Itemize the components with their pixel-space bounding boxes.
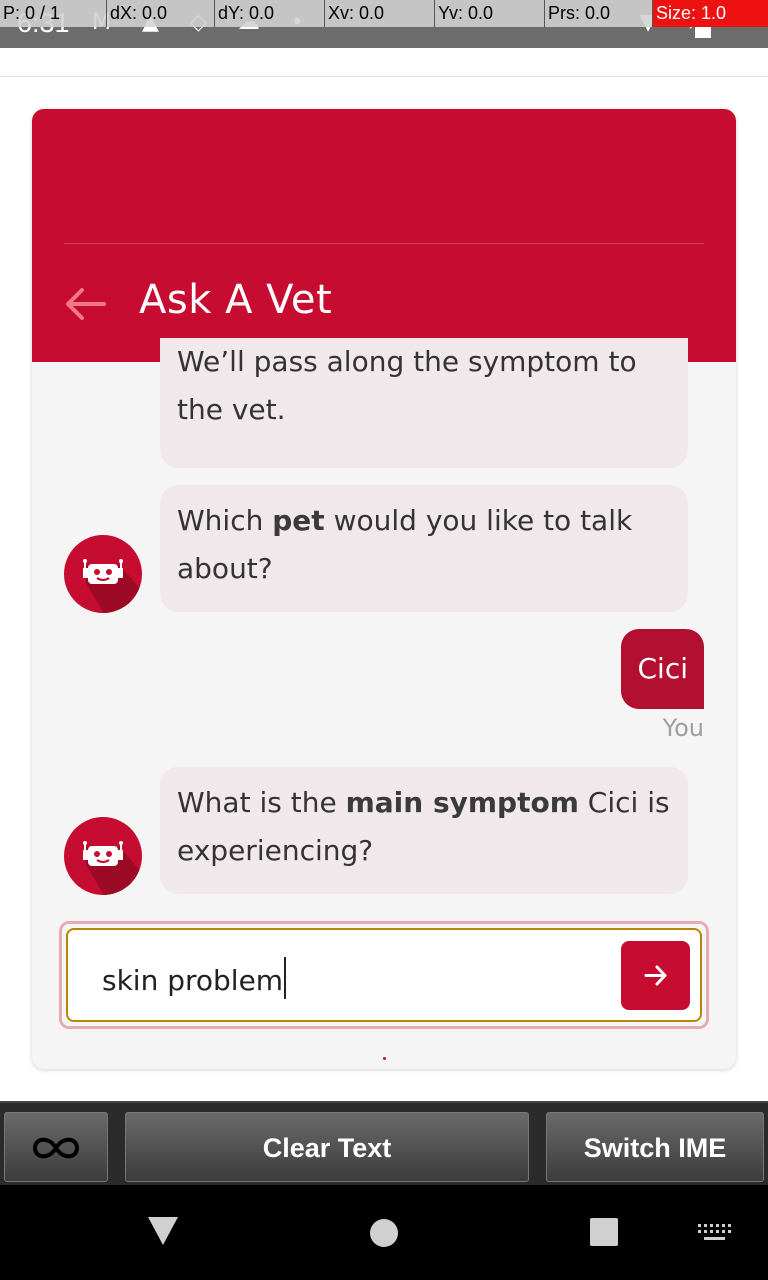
- message-input-value[interactable]: skin problem: [102, 957, 287, 999]
- infinity-icon: [32, 1137, 80, 1159]
- bot-message-text: Which: [177, 504, 273, 537]
- message-input-focus-ring: skin problem: [59, 921, 709, 1029]
- pointer-count: P: 0 / 1: [3, 3, 61, 23]
- bot-message: What is the main symptom Cici is experie…: [160, 767, 688, 894]
- pointer-size: Size: 1.0: [652, 0, 768, 27]
- home-circle-icon[interactable]: [368, 1217, 400, 1249]
- bot-message-text: We’ll pass along the symptom to the vet.: [177, 345, 637, 426]
- bot-message: Which pet would you like to talk about?: [160, 485, 688, 612]
- typing-indicator-dot: [383, 1057, 386, 1060]
- header-divider: [64, 243, 704, 244]
- pointer-yv: Yv: 0.0: [434, 0, 544, 27]
- robot-avatar-icon: [64, 817, 142, 895]
- loop-button[interactable]: [4, 1112, 108, 1182]
- ime-toolbar: Clear Text Switch IME: [0, 1101, 768, 1185]
- card-header: Ask A Vet: [32, 109, 736, 362]
- send-button[interactable]: [621, 941, 690, 1010]
- pointer-dx: dX: 0.0: [106, 0, 214, 27]
- arrow-left-icon[interactable]: [62, 281, 108, 327]
- clear-text-button[interactable]: Clear Text: [125, 1112, 529, 1182]
- pointer-pressure: Prs: 0.0: [544, 0, 652, 27]
- page-title: Ask A Vet: [139, 277, 333, 323]
- switch-ime-button[interactable]: Switch IME: [546, 1112, 764, 1182]
- arrow-right-icon: [644, 965, 667, 986]
- pointer-dy: dY: 0.0: [214, 0, 324, 27]
- bot-message-bold: main symptom: [345, 786, 579, 819]
- back-triangle-icon[interactable]: [146, 1215, 180, 1247]
- message-input[interactable]: skin problem: [66, 928, 702, 1022]
- keyboard-icon[interactable]: [697, 1223, 731, 1243]
- user-message: Cici: [621, 629, 704, 709]
- robot-avatar-icon: [64, 535, 142, 613]
- text-caret: [284, 957, 287, 999]
- pointer-xv: Xv: 0.0: [324, 0, 434, 27]
- chat-card: Ask A Vet We’ll pass along the symptom t…: [32, 109, 736, 1069]
- sender-label: You: [662, 714, 704, 742]
- bot-message-text: What is the: [177, 786, 346, 819]
- app-bar-divider: [0, 76, 768, 77]
- recents-square-icon[interactable]: [589, 1217, 619, 1247]
- bot-message-bold: pet: [272, 504, 325, 537]
- navigation-bar: [0, 1185, 768, 1280]
- bot-message: We’ll pass along the symptom to the vet.: [160, 338, 688, 468]
- pointer-location-overlay: P: 0 / 1 dX: 0.0 dY: 0.0 Xv: 0.0 Yv: 0.0…: [0, 0, 768, 27]
- message-input-text: skin problem: [102, 964, 284, 997]
